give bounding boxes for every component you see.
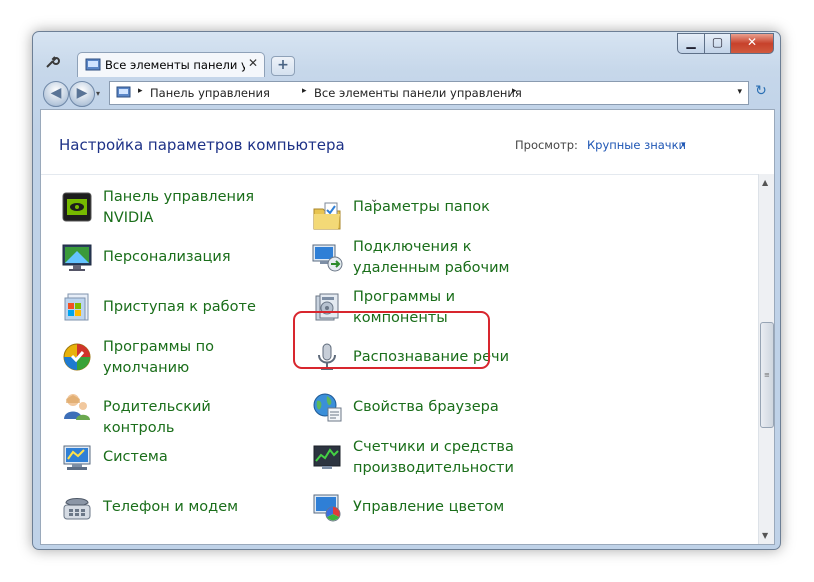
scroll-down-icon[interactable]: ▼ [762,531,768,540]
maximize-button[interactable]: ▢ [705,33,731,54]
item-label: Персонализация [103,249,231,265]
page-title: Настройка параметров компьютера [59,136,345,154]
recent-pages-icon[interactable]: ▾ [96,89,100,98]
minimize-button[interactable]: ▁ [677,33,705,54]
forward-button[interactable]: ▶ [69,81,95,107]
close-button[interactable]: ✕ [731,33,774,54]
item-personalization[interactable]: Персонализация [61,237,261,281]
item-parental-controls[interactable]: Родительский контроль [61,387,281,436]
item-label: Управление цветом [353,499,505,515]
item-nvidia-control-panel[interactable]: Панель управления NVIDIA [61,187,261,231]
tab-all-control-panel-items[interactable]: Все элементы панели упр ✕ [77,52,265,77]
item-label: Приступая к работе [103,299,256,315]
address-dropdown-icon[interactable]: ▾ [737,87,742,97]
item-label: Подключения к удаленным рабочим [353,239,510,276]
item-color-management[interactable]: Управление цветом [311,487,531,531]
tab-close-icon[interactable]: ✕ [248,56,258,70]
breadcrumb-all-items[interactable]: Все элементы панели управления [314,86,522,100]
item-default-programs[interactable]: Программы по умолчанию [61,337,261,381]
nvidia-icon [61,191,93,223]
view-label: Просмотр: [515,138,578,152]
tab-label: Все элементы панели упр [105,58,245,72]
grip-icon: ≡ [764,371,770,379]
new-tab-button[interactable]: + [271,56,295,76]
item-remote-connections[interactable]: Подключения к удаленным рабочим [311,237,531,281]
back-button[interactable]: ◀ [43,81,69,107]
control-panel-icon [116,85,131,99]
item-label: Панель управления NVIDIA [103,189,255,226]
wrench-icon[interactable] [44,54,60,70]
breadcrumb-separator[interactable]: ▸ [302,86,307,96]
control-panel-window: Все элементы панели упр ✕ + ▁ ▢ ✕ ◀ ▶ ▾ … [32,31,781,550]
item-label: Параметры папок [353,199,490,215]
item-label: Свойства браузера [353,399,499,415]
breadcrumb-separator[interactable]: ▸ [512,86,517,96]
performance-icon [311,441,343,473]
breadcrumb-separator[interactable]: ▸ [138,86,143,96]
item-label: Телефон и модем [103,499,239,515]
item-label: Счетчики и средства производительности [353,439,514,476]
control-panel-icon [85,57,101,71]
item-browser-properties[interactable]: Свойства браузера [311,387,531,431]
parental-control-icon [61,391,93,423]
refresh-icon[interactable]: ↻ [751,83,771,103]
item-getting-started[interactable]: Приступая к работе [61,287,261,331]
folder-options-icon [311,201,343,233]
scroll-up-icon[interactable]: ▲ [762,178,768,187]
chevron-down-icon[interactable]: ▾ [681,140,686,150]
phone-modem-icon [61,491,93,523]
system-icon [61,441,93,473]
window-controls: ▁ ▢ ✕ [677,33,774,54]
remote-connection-icon [311,241,343,273]
item-system[interactable]: Система [61,437,261,481]
item-phone-modem[interactable]: Телефон и модем [61,487,261,531]
item-folder-options[interactable]: Параметры папок [311,197,531,241]
header-divider [41,174,759,175]
vertical-scrollbar[interactable]: ▲ ≡ ▼ [758,174,774,544]
browser-properties-icon [311,391,343,423]
breadcrumb-control-panel[interactable]: Панель управления [150,86,270,100]
color-management-icon [311,491,343,523]
highlight-annotation [293,311,490,369]
getting-started-icon [61,291,93,323]
scrollbar-thumb[interactable]: ≡ [760,322,774,428]
navigation-bar: ◀ ▶ ▾ ▸ Панель управления ▸ Все элементы… [33,78,780,108]
address-bar[interactable]: ▸ Панель управления ▸ Все элементы панел… [109,81,749,105]
item-label: Программы по умолчанию [103,339,214,376]
content-pane: Настройка параметров компьютера Просмотр… [40,109,775,545]
item-label: Система [103,449,168,465]
personalization-icon [61,241,93,273]
view-mode-dropdown[interactable]: Крупные значки [587,138,686,152]
default-programs-icon [61,341,93,373]
item-performance[interactable]: Счетчики и средства производительности [311,437,531,481]
item-label: Родительский контроль [103,399,211,436]
